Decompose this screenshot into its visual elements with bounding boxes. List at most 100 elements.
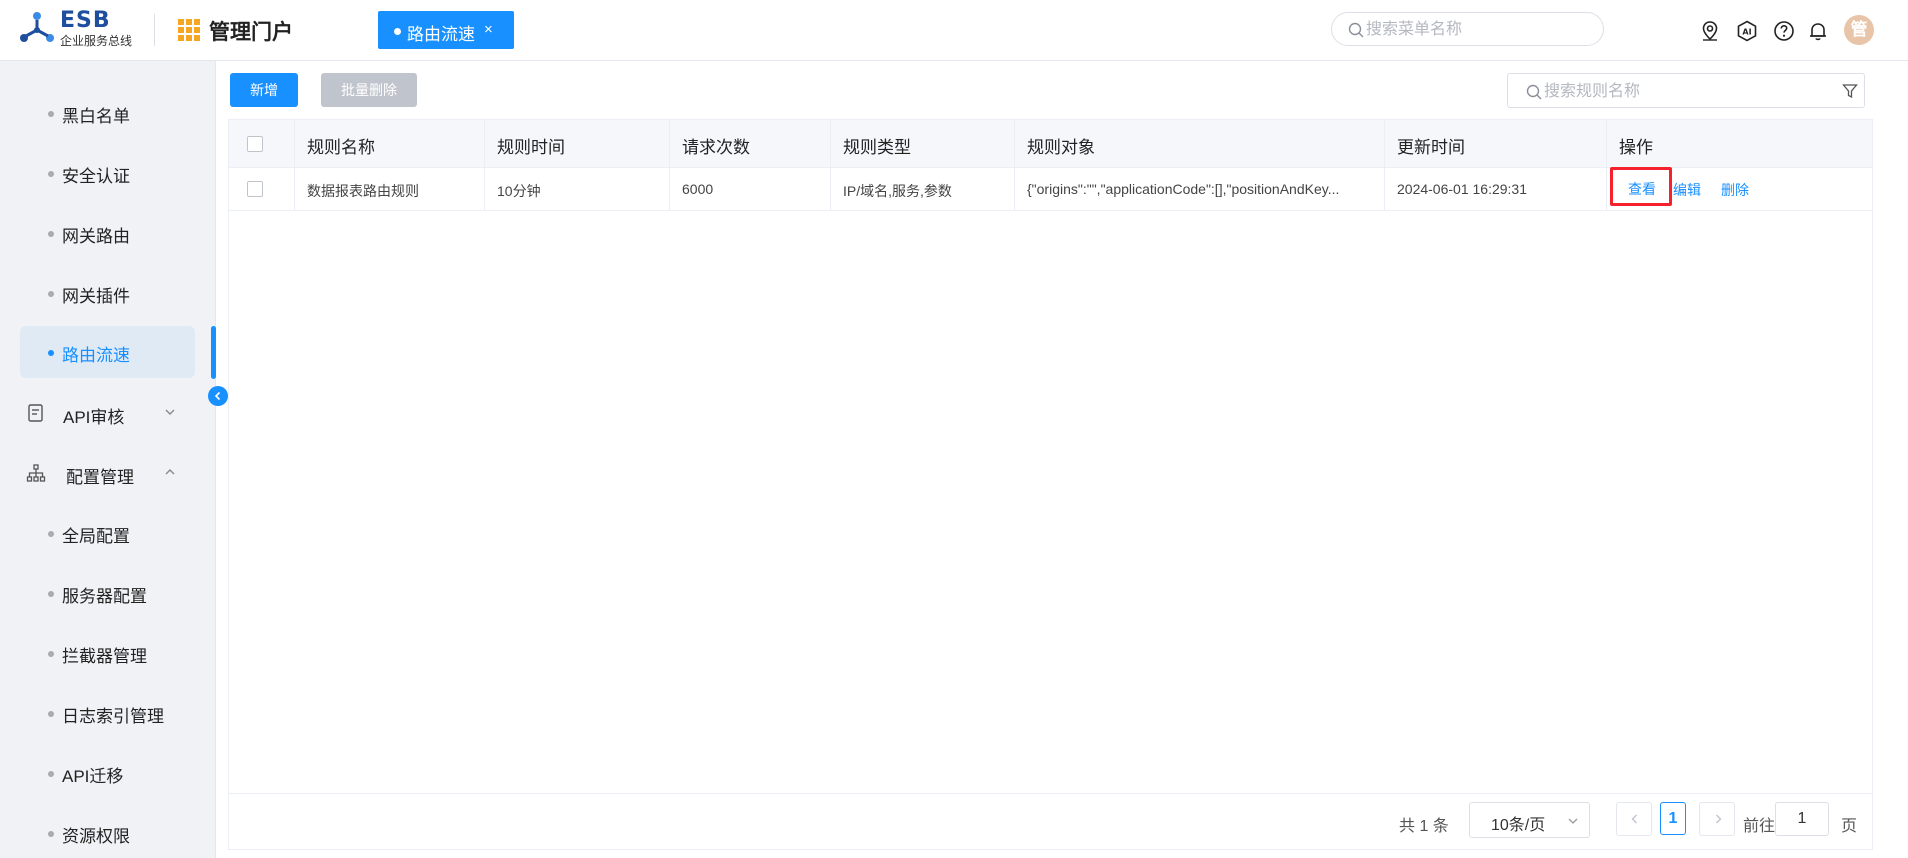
sidebar-item-label: 黑白名单 xyxy=(62,107,130,126)
sidebar-item-gateway-plugin[interactable]: 网关插件 xyxy=(20,267,195,319)
table-cell: 数据报表路由规则 xyxy=(295,168,485,210)
sidebar-item-label: 安全认证 xyxy=(62,167,130,186)
top-header: ESB 企业服务总线 管理门户 路由流速 × AI 管 xyxy=(0,0,1908,61)
view-button[interactable]: 查看 xyxy=(1610,167,1672,206)
delete-link[interactable]: 删除 xyxy=(1721,180,1749,200)
view-label: 查看 xyxy=(1628,181,1656,197)
sidebar-item-log-index-management[interactable]: 日志索引管理 xyxy=(20,687,195,739)
chevron-down-icon xyxy=(1568,818,1578,824)
bullet-dot xyxy=(48,231,54,237)
prev-page-button[interactable] xyxy=(1616,802,1652,836)
search-icon xyxy=(1348,22,1364,38)
edit-link[interactable]: 编辑 xyxy=(1673,180,1701,200)
sidebar-item-label: 网关路由 xyxy=(62,227,130,246)
filter-icon[interactable] xyxy=(1842,83,1858,99)
rules-table: 规则名称 规则时间 请求次数 规则类型 规则对象 更新时间 操作 数据报表路由规… xyxy=(228,119,1873,850)
ai-icon[interactable]: AI xyxy=(1736,20,1758,42)
bell-icon[interactable] xyxy=(1807,20,1829,42)
bullet-dot xyxy=(48,711,54,717)
sidebar-group-config-management[interactable]: 配置管理 xyxy=(20,453,195,493)
page-unit-label: 页 xyxy=(1841,818,1858,835)
sidebar-item-label: 资源权限 xyxy=(62,827,130,846)
user-avatar[interactable]: 管 xyxy=(1844,15,1874,45)
svg-text:AI: AI xyxy=(1742,28,1751,37)
actions-cell: 查看 编辑 删除 xyxy=(1607,167,1872,210)
chevron-right-icon xyxy=(1716,814,1722,824)
select-all-checkbox[interactable] xyxy=(247,136,263,152)
sidebar-item-label: 日志索引管理 xyxy=(62,707,164,726)
logo-subtitle: 企业服务总线 xyxy=(60,34,133,48)
chevron-up-icon xyxy=(165,469,175,475)
rule-search-input[interactable] xyxy=(1544,81,1824,103)
rule-search-box xyxy=(1507,73,1865,108)
page-size-value: 10条/页 xyxy=(1491,817,1546,834)
column-header-label: 操作 xyxy=(1619,138,1653,157)
header-divider xyxy=(154,14,155,46)
sidebar-item-route-rate[interactable]: 路由流速 xyxy=(20,326,195,378)
table-row: 数据报表路由规则 10分钟 6000 IP/域名,服务,参数 {"origins… xyxy=(229,167,1872,211)
help-icon[interactable] xyxy=(1773,20,1795,42)
column-header: 请求次数 xyxy=(670,120,831,167)
table-cell: 2024-06-01 16:29:31 xyxy=(1385,168,1607,210)
sidebar-item-api-migration[interactable]: API迁移 xyxy=(20,747,195,799)
tab-route-rate[interactable]: 路由流速 × xyxy=(378,11,514,49)
sidebar-item-resource-permission[interactable]: 资源权限 xyxy=(20,807,195,858)
table-cell: IP/域名,服务,参数 xyxy=(831,168,1015,210)
logo-title: ESB xyxy=(60,8,111,33)
sidebar-item-label: 网关插件 xyxy=(62,287,130,306)
column-header: 规则类型 xyxy=(831,120,1015,167)
sidebar-item-server-config[interactable]: 服务器配置 xyxy=(20,567,195,619)
bullet-dot xyxy=(48,171,54,177)
table-cell: 6000 xyxy=(670,168,831,210)
apps-grid-icon[interactable] xyxy=(178,19,200,41)
chevron-down-icon xyxy=(165,409,175,415)
search-icon xyxy=(1526,84,1542,100)
sidebar-item-label: API迁移 xyxy=(62,767,124,786)
next-page-button[interactable] xyxy=(1699,802,1735,836)
column-header-label: 规则名称 xyxy=(307,138,375,157)
goto-page-input[interactable] xyxy=(1775,802,1829,836)
sidebar-item-blacklist[interactable]: 黑白名单 xyxy=(20,87,195,139)
sidebar-item-interceptor-management[interactable]: 拦截器管理 xyxy=(20,627,195,679)
column-header-label: 规则时间 xyxy=(497,138,565,157)
sidebar-collapse-button[interactable] xyxy=(208,386,228,406)
sidebar-group-label: API审核 xyxy=(63,408,125,427)
bullet-dot xyxy=(48,651,54,657)
add-button[interactable]: 新增 xyxy=(230,73,298,107)
document-icon xyxy=(28,404,43,422)
portal-title: 管理门户 xyxy=(209,21,293,44)
table-cell: 10分钟 xyxy=(485,168,670,210)
current-page-number[interactable]: 1 xyxy=(1660,802,1686,835)
pagination: 共 1 条 10条/页 1 前往 页 xyxy=(229,793,1872,850)
request-count: 6000 xyxy=(682,181,714,197)
table-header: 规则名称 规则时间 请求次数 规则类型 规则对象 更新时间 操作 xyxy=(229,120,1872,168)
tab-close-icon[interactable]: × xyxy=(484,21,493,38)
sidebar-item-label: 全局配置 xyxy=(62,527,130,546)
row-checkbox[interactable] xyxy=(247,181,263,197)
table-cell: {"origins":"","applicationCode":[],"posi… xyxy=(1015,168,1385,210)
column-header: 规则对象 xyxy=(1015,120,1385,167)
tab-active-dot xyxy=(394,28,401,35)
sidebar-item-label: 路由流速 xyxy=(62,346,130,365)
menu-search-box xyxy=(1331,12,1604,46)
page-size-select[interactable]: 10条/页 xyxy=(1469,802,1590,838)
rule-object: {"origins":"","applicationCode":[],"posi… xyxy=(1027,181,1340,197)
sidebar-item-security-auth[interactable]: 安全认证 xyxy=(20,147,195,199)
column-header: 操作 xyxy=(1607,120,1872,167)
sidebar-group-api-review[interactable]: API审核 xyxy=(20,393,195,433)
sidebar-item-gateway-route[interactable]: 网关路由 xyxy=(20,207,195,259)
total-count: 共 1 条 xyxy=(1399,818,1449,835)
bullet-dot xyxy=(48,831,54,837)
bullet-dot xyxy=(48,591,54,597)
header-select-cell xyxy=(229,120,295,167)
sidebar-item-global-config[interactable]: 全局配置 xyxy=(20,507,195,559)
row-select-cell xyxy=(229,168,295,210)
rule-name: 数据报表路由规则 xyxy=(307,183,419,199)
tab-label: 路由流速 xyxy=(407,25,475,44)
location-icon[interactable] xyxy=(1699,20,1721,42)
menu-search-input[interactable] xyxy=(1366,19,1586,41)
chevron-left-icon xyxy=(1631,814,1637,824)
bullet-dot xyxy=(48,531,54,537)
bullet-dot xyxy=(48,291,54,297)
batch-delete-button[interactable]: 批量删除 xyxy=(321,73,417,107)
